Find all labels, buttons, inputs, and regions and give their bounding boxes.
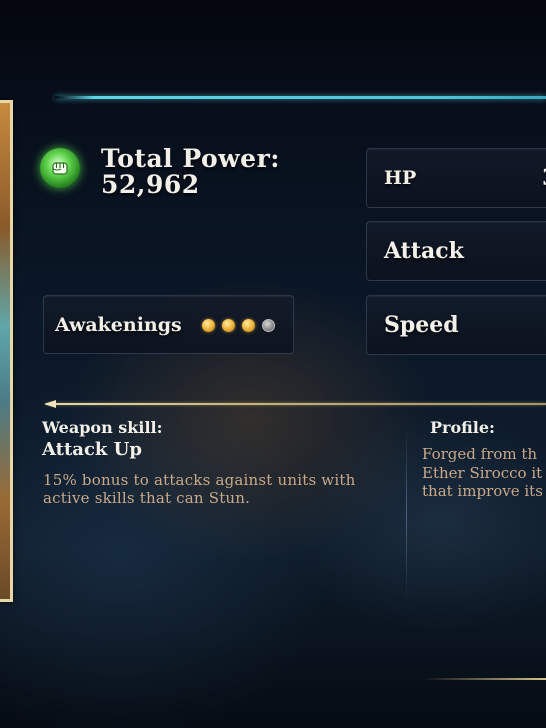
total-power-block: Total Power: 52,962: [40, 145, 350, 205]
fist-icon: [40, 148, 80, 188]
awakening-dot-filled: [202, 319, 215, 332]
total-power-value: 52,962: [101, 170, 200, 199]
awakenings-panel[interactable]: Awakenings: [43, 295, 294, 354]
weapon-skill-description: 15% bonus to attacks against units with …: [43, 471, 356, 507]
awakening-dot-filled: [222, 319, 235, 332]
stat-speed-label: Speed: [384, 312, 459, 338]
profile-text: Forged from th Ether Sirocco it that imp…: [422, 445, 546, 505]
profile-line: Ether Sirocco it: [422, 463, 543, 482]
column-divider: [406, 428, 407, 600]
total-power-label: Total Power:: [101, 144, 280, 173]
divider-arrow-icon: [44, 400, 56, 408]
profile-heading: Profile:: [430, 418, 495, 437]
header-accent-line: [55, 96, 546, 99]
stat-speed-panel: Speed: [366, 295, 546, 355]
stat-hp-label: HP: [384, 167, 417, 189]
awakening-indicator: [202, 319, 275, 332]
section-divider: [46, 403, 546, 405]
weapon-skill-heading: Weapon skill:: [42, 418, 163, 437]
awakening-dot-filled: [242, 319, 255, 332]
character-card-edge[interactable]: [0, 100, 13, 602]
stat-attack-panel: Attack: [366, 221, 546, 281]
stat-hp-value: 3: [542, 165, 546, 191]
profile-line: that improve its: [422, 482, 543, 500]
stat-attack-label: Attack: [384, 238, 464, 264]
stat-hp-panel: HP 3: [366, 148, 546, 208]
awakenings-label: Awakenings: [55, 313, 182, 336]
footer-accent-line: [423, 678, 546, 680]
awakening-dot-empty: [262, 319, 275, 332]
profile-line: Forged from th: [422, 445, 538, 463]
weapon-skill-name: Attack Up: [42, 439, 142, 460]
